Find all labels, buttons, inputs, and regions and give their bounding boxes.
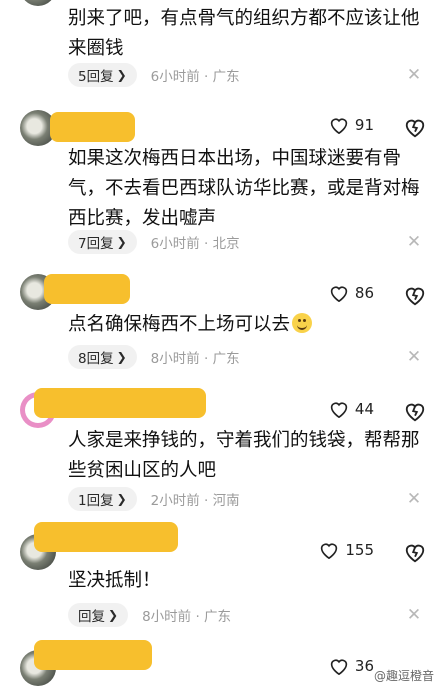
comment-meta: 7回复 ❯ 6小时前 · 北京 [68,230,240,254]
username-redacted [34,388,206,418]
comment-meta: 回复 ❯ 8小时前 · 广东 [68,603,231,627]
close-icon[interactable]: ✕ [406,349,422,366]
comment-text: 别来了吧，有点骨气的组织方都不应该让他来圈钱 [68,8,420,59]
like-button[interactable]: 44 [329,400,374,418]
comment-text: 人家是来挣钱的，守着我们的钱袋，帮帮那些贫困山区的人吧 [68,430,420,481]
like-button[interactable]: 36 [329,657,374,675]
username-redacted [34,640,152,670]
reply-button[interactable]: 7回复 ❯ [68,230,137,254]
chevron-right-icon: ❯ [108,608,119,622]
username-redacted [44,274,130,304]
username-redacted [34,522,178,552]
chevron-right-icon: ❯ [116,68,127,82]
chevron-right-icon: ❯ [116,350,127,364]
like-button[interactable]: 86 [329,284,374,302]
reply-button[interactable]: 1回复 ❯ [68,487,137,511]
username-redacted [50,112,135,142]
chevron-right-icon: ❯ [116,492,127,506]
comment-text: 点名确保梅西不上场可以去 [68,310,428,340]
comment-meta: 1回复 ❯ 2小时前 · 河南 [68,487,240,511]
chevron-right-icon: ❯ [116,235,127,249]
dislike-icon[interactable] [404,542,426,564]
close-icon[interactable]: ✕ [406,67,422,84]
reply-button[interactable]: 8回复 ❯ [68,345,137,369]
avatar[interactable] [20,0,56,6]
comment-meta: 8回复 ❯ 8小时前 · 广东 [68,345,240,369]
like-button[interactable]: 91 [329,116,374,134]
reply-button[interactable]: 回复 ❯ [68,603,129,627]
watermark: @趣逗橙音 [373,669,434,683]
comment-text: 坚决抵制！ [68,570,161,591]
heart-icon [330,402,348,418]
like-button[interactable]: 155 [319,541,374,559]
heart-icon [330,659,348,675]
heart-icon [321,543,338,559]
reply-button[interactable]: 5回复 ❯ [68,63,137,87]
heart-icon [330,118,348,134]
close-icon[interactable]: ✕ [406,491,422,508]
dislike-icon[interactable] [404,285,426,307]
dislike-icon[interactable] [404,117,426,139]
smiley-emoji-icon [292,313,313,333]
dislike-icon[interactable] [404,401,426,423]
close-icon[interactable]: ✕ [406,607,422,624]
comment-meta: 5回复 ❯ 6小时前 · 广东 [68,63,240,87]
close-icon[interactable]: ✕ [406,234,422,251]
heart-icon [330,286,348,302]
comment-text: 如果这次梅西日本出场，中国球迷要有骨气，不去看巴西球队访华比赛，或是背对梅西比赛… [68,148,420,229]
